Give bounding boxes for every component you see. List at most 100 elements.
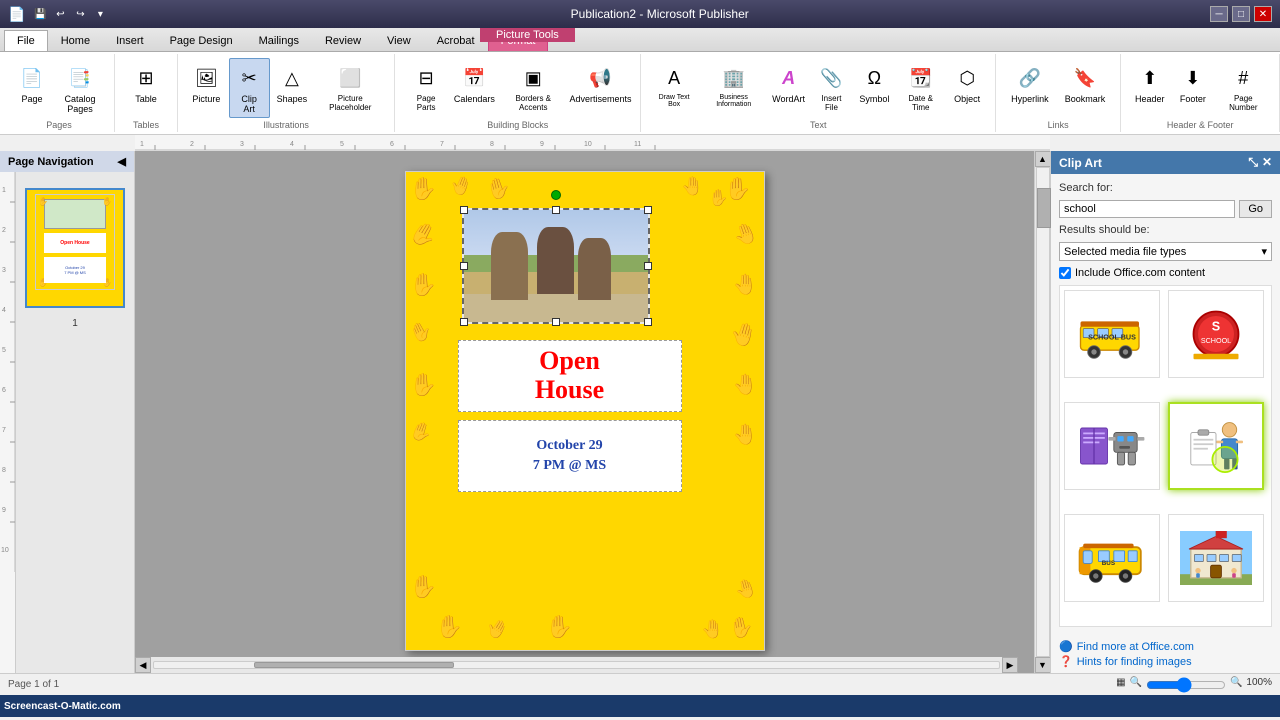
handle-tl[interactable] [460,206,468,214]
view-zoom-out-icon[interactable]: 🔍 [1130,677,1142,693]
catalog-pages-button[interactable]: 📑 Catalog Pages [54,58,106,118]
maximize-button[interactable]: □ [1232,6,1250,22]
wordart-icon: A [773,62,805,94]
handle-tr[interactable] [644,206,652,214]
page-button[interactable]: 📄 Page [12,58,52,108]
clip-art-item-4[interactable] [1168,402,1264,490]
shapes-button[interactable]: △ Shapes [272,58,313,108]
handprint-3: ✋ [483,173,514,204]
bookmark-button[interactable]: 🔖 Bookmark [1058,58,1113,108]
clip-art-search-input[interactable] [1059,200,1235,218]
panel-close-icon[interactable]: ✕ [1262,155,1272,170]
zoom-slider[interactable] [1146,677,1226,693]
scroll-up-button[interactable]: ▲ [1035,151,1051,167]
header-button[interactable]: ⬆ Header [1129,58,1170,108]
handle-mr[interactable] [644,262,652,270]
vertical-scrollbar[interactable]: ▲ ▼ [1034,151,1050,673]
clip-art-item-3[interactable] [1064,402,1160,490]
symbol-button[interactable]: Ω Symbol [854,58,894,108]
ribbon-group-pages: 📄 Page 📑 Catalog Pages Pages [4,54,115,132]
save-button[interactable]: 💾 [31,5,49,23]
rotation-handle[interactable] [551,190,561,200]
hyperlink-button[interactable]: 🔗 Hyperlink [1004,58,1056,108]
customize-button[interactable]: ▾ [91,5,109,23]
picture-placeholder-button[interactable]: ⬜ Picture Placeholder [314,58,386,116]
clip-art-go-button[interactable]: Go [1239,200,1272,218]
scroll-right-button[interactable]: ▶ [1002,657,1018,673]
open-text: Open [535,347,604,376]
text-items: A Draw Text Box 🏢 Business Information A… [649,56,987,118]
advertisements-button[interactable]: 📢 Advertisements [569,58,633,108]
draw-text-box-button[interactable]: A Draw Text Box [649,58,699,112]
document-page[interactable]: ✋ 🤚 ✋ 🤚 ✋ ✋ 🤚 ✋ 🤚 ✋ 🤚 ✋ 🤚 ✋ 🤚 ✋ 🤚 ✋ 🤚 ✋ [405,171,765,651]
page-number-button[interactable]: # Page Number [1215,58,1271,116]
results-type-dropdown[interactable]: Selected media file types ▾ [1059,242,1272,261]
title-bar: 📄 💾 ↩ ↪ ▾ Publication2 - Microsoft Publi… [0,0,1280,28]
tab-page-design[interactable]: Page Design [157,30,246,51]
svg-text:10: 10 [584,141,592,148]
redo-button[interactable]: ↪ [71,5,89,23]
tab-acrobat[interactable]: Acrobat [424,30,488,51]
date-icon: 📆 [905,62,937,94]
clip-art-panel-links: 🔵 Find more at Office.com ❓ Hints for fi… [1051,635,1280,673]
clip-art-item-5[interactable]: BUS [1064,514,1160,602]
clip-art-panel-header: Clip Art ⤡ ✕ [1051,151,1280,174]
close-button[interactable]: ✕ [1254,6,1272,22]
find-more-link[interactable]: 🔵 Find more at Office.com [1059,639,1272,654]
open-house-textbox[interactable]: Open House [458,340,682,412]
horizontal-scrollbar-thumb[interactable] [254,662,454,668]
status-text: Page 1 of 1 [8,679,59,690]
handle-br[interactable] [644,318,652,326]
handle-tm[interactable] [552,206,560,214]
page-1-thumbnail[interactable]: ✋ ✋ ✋ ✋ Open House October 29 7 PM @ MS [25,188,125,308]
date-textbox[interactable]: October 29 7 PM @ MS [458,420,682,492]
open-house-text: Open House [535,347,604,404]
photo-placeholder[interactable] [462,208,650,324]
picture-button[interactable]: 🖼 Picture [186,58,227,108]
title-bar-left: 📄 💾 ↩ ↪ ▾ [8,5,109,23]
calendars-button[interactable]: 📅 Calendars [451,58,498,108]
minimize-button[interactable]: ─ [1210,6,1228,22]
tab-review[interactable]: Review [312,30,374,51]
horizontal-scrollbar-track[interactable] [153,661,1000,669]
page-parts-button[interactable]: ⊟ Page Parts [403,58,449,116]
page-number-label: 1 [72,318,78,329]
view-normal-icon[interactable]: ▦ [1116,677,1125,693]
tab-file[interactable]: File [4,30,48,51]
tab-view[interactable]: View [374,30,424,51]
zoom-level: 100% [1246,677,1272,693]
business-info-button[interactable]: 🏢 Business Information [701,58,767,112]
tab-insert[interactable]: Insert [103,30,157,51]
clip-art-button[interactable]: ✂ Clip Art [229,58,270,118]
insert-file-button[interactable]: 📎 Insert File [811,58,853,116]
tab-mailings[interactable]: Mailings [246,30,312,51]
clip-art-item-1[interactable]: SCHOOL BUS [1064,290,1160,378]
canvas-area[interactable]: ✋ 🤚 ✋ 🤚 ✋ ✋ 🤚 ✋ 🤚 ✋ 🤚 ✋ 🤚 ✋ 🤚 ✋ 🤚 ✋ 🤚 ✋ [135,151,1034,673]
handle-bl[interactable] [460,318,468,326]
horizontal-ruler: 1 2 3 4 5 6 7 8 9 10 11 [135,135,1050,151]
include-office-checkbox[interactable] [1059,267,1071,279]
ribbon-group-building-blocks: ⊟ Page Parts 📅 Calendars ▣ Borders & Acc… [395,54,641,132]
table-button[interactable]: ⊞ Table [123,58,169,108]
vertical-scrollbar-track[interactable] [1036,167,1050,657]
object-button[interactable]: ⬡ Object [947,58,987,108]
horizontal-scrollbar[interactable]: ◀ ▶ [135,657,1018,673]
scroll-left-button[interactable]: ◀ [135,657,151,673]
wordart-button[interactable]: A WordArt [769,58,809,108]
undo-button[interactable]: ↩ [51,5,69,23]
vertical-scrollbar-thumb[interactable] [1037,188,1051,228]
tab-home[interactable]: Home [48,30,103,51]
footer-button[interactable]: ⬇ Footer [1172,58,1213,108]
panel-resize-icon[interactable]: ⤡ [1248,155,1258,170]
borders-accents-button[interactable]: ▣ Borders & Accents [500,58,567,116]
scroll-down-button[interactable]: ▼ [1035,657,1051,673]
hints-link[interactable]: ❓ Hints for finding images [1059,654,1272,669]
handle-bm[interactable] [552,318,560,326]
sidebar-collapse-icon[interactable]: ◀ [118,155,126,168]
panel-header-controls: ⤡ ✕ [1248,155,1272,170]
date-time-button[interactable]: 📆 Date & Time [896,58,945,116]
view-zoom-in-icon[interactable]: 🔍 [1230,677,1242,693]
clip-art-item-6[interactable] [1168,514,1264,602]
clip-art-item-2[interactable]: S SCHOOL [1168,290,1264,378]
handle-ml[interactable] [460,262,468,270]
